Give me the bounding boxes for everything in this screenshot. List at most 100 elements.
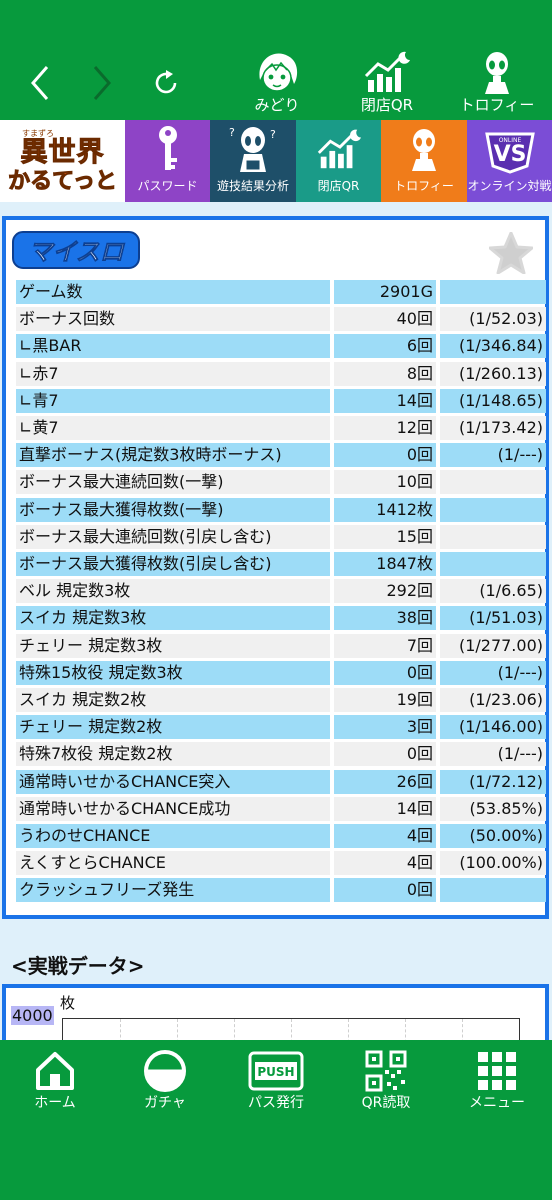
stats-rate: (1/52.03) (440, 307, 546, 331)
stats-rate: (1/346.84) (440, 334, 546, 358)
svg-text:VS: VS (493, 142, 526, 167)
nav-menu[interactable]: メニュー (447, 1048, 547, 1114)
stats-value: 0回 (334, 443, 436, 467)
nav-label: メニュー (469, 1095, 525, 1111)
stats-value: 40回 (334, 307, 436, 331)
stats-rate (440, 470, 546, 494)
tile-closing-qr[interactable]: 閉店QR (296, 120, 381, 202)
stats-label: 直撃ボーナス(規定数3枚時ボーナス) (16, 443, 330, 467)
myslo-stats-card: マイスロ ゲーム数 2901G ボーナス回数 40回 (1/52.03) ∟黒BAR 6回(… (2, 216, 549, 919)
stats-rate: (1/277.00) (440, 634, 546, 658)
tile-play-analysis[interactable]: ? ? 遊技結果分析 (210, 120, 296, 202)
stats-rate (440, 280, 546, 304)
svg-text:PUSH: PUSH (257, 1065, 294, 1079)
top-item-midori[interactable]: みどり (232, 50, 322, 116)
stats-rate: (1/6.65) (440, 579, 546, 603)
back-button[interactable] (20, 58, 60, 108)
character-face-icon (259, 53, 298, 92)
stats-rate: (1/173.42) (440, 416, 546, 440)
stats-value: 8回 (334, 362, 436, 386)
reload-button[interactable] (146, 58, 186, 108)
nav-home[interactable]: ホーム (5, 1048, 105, 1114)
stats-label: ボーナス最大獲得枚数(引戻し含む) (16, 552, 330, 576)
alien-trophy-icon (485, 52, 509, 94)
alien-trophy-icon (412, 128, 436, 171)
stats-label: ボーナス回数 (16, 307, 330, 331)
stats-label: うわのせCHANCE (16, 824, 330, 848)
tile-label: トロフィー (394, 179, 454, 193)
nav-label: QR読取 (361, 1095, 411, 1111)
stats-rate: (1/---) (440, 661, 546, 685)
top-item-closing-qr[interactable]: 閉店QR (342, 50, 432, 116)
stats-rate: (1/260.13) (440, 362, 546, 386)
stats-label: ∟黄7 (16, 416, 330, 440)
nav-label: ガチャ (144, 1095, 186, 1111)
stats-label: クラッシュフリーズ発生 (16, 878, 330, 902)
stats-rate: (1/---) (440, 443, 546, 467)
tile-online-battle[interactable]: VS ONLINE オンライン対戦 (467, 120, 552, 202)
logo-title-line1: 異世界 (20, 136, 105, 168)
home-icon (36, 1052, 74, 1090)
stats-value: 7回 (334, 634, 436, 658)
gacha-ball-icon (144, 1050, 186, 1092)
stats-rate: (53.85%) (440, 797, 546, 821)
tile-label: 閉店QR (317, 179, 360, 193)
nav-qr-read[interactable]: QR読取 (336, 1048, 436, 1114)
stats-value: 14回 (334, 797, 436, 821)
stats-value: 2901G (334, 280, 436, 304)
stats-rate: (1/146.00) (440, 715, 546, 739)
stats-value: 15回 (334, 525, 436, 549)
stats-label: ボーナス最大連続回数(一撃) (16, 470, 330, 494)
tile-trophy[interactable]: トロフィー (381, 120, 467, 202)
stats-label: 通常時いせかるCHANCE成功 (16, 797, 330, 821)
stats-label: ボーナス最大獲得枚数(一撃) (16, 498, 330, 522)
nav-pass-issue[interactable]: PUSH パス発行 (226, 1048, 326, 1114)
forward-button[interactable] (82, 58, 122, 108)
stats-rate (440, 878, 546, 902)
stats-rate (440, 525, 546, 549)
favorite-star-icon[interactable] (489, 232, 533, 274)
stats-value: 0回 (334, 742, 436, 766)
stats-label: えくすとらCHANCE (16, 851, 330, 875)
key-icon (158, 125, 177, 170)
stats-rate: (1/148.65) (440, 389, 546, 413)
chevron-left-icon (31, 66, 49, 100)
push-pass-icon: PUSH (248, 1051, 304, 1091)
stats-label: ゲーム数 (16, 280, 330, 304)
stats-rate (440, 498, 546, 522)
stats-label: 特殊15枚役 規定数3枚 (16, 661, 330, 685)
stats-label: 通常時いせかるCHANCE突入 (16, 770, 330, 794)
stats-value: 6回 (334, 334, 436, 358)
tile-label: 遊技結果分析 (216, 179, 289, 193)
battle-data-title: <実戦データ> (11, 954, 145, 978)
stats-rate: (1/72.12) (440, 770, 546, 794)
online-vs-icon: VS ONLINE (484, 132, 535, 174)
stats-rate: (1/23.06) (440, 688, 546, 712)
nav-label: ホーム (34, 1095, 76, 1111)
grid-menu-icon (478, 1052, 516, 1090)
stats-rate (440, 552, 546, 576)
graph-unit-label: 枚 (60, 994, 76, 1012)
stats-rate: (50.00%) (440, 824, 546, 848)
stats-label: スイカ 規定数3枚 (16, 606, 330, 630)
tile-label: オンライン対戦 (467, 179, 552, 193)
top-item-label: みどり (254, 96, 300, 114)
stats-rate: (1/---) (440, 742, 546, 766)
tile-password[interactable]: パスワード (125, 120, 210, 202)
stats-rate: (1/51.03) (440, 606, 546, 630)
stats-value: 26回 (334, 770, 436, 794)
alien-analysis-icon: ? ? (229, 126, 276, 172)
stats-label: スイカ 規定数2枚 (16, 688, 330, 712)
qr-code-icon (365, 1050, 407, 1092)
graph-ymax-label: 4000 (11, 1006, 54, 1025)
top-item-trophy[interactable]: トロフィー (452, 50, 542, 116)
stats-value: 19回 (334, 688, 436, 712)
stats-value: 0回 (334, 661, 436, 685)
logo-title-line2: かるてっと (8, 167, 118, 194)
game-logo[interactable]: すまずろ 異世界 かるてっと (0, 120, 125, 202)
nav-gacha[interactable]: ガチャ (115, 1048, 215, 1114)
stats-label: 特殊7枚役 規定数2枚 (16, 742, 330, 766)
svg-text:ONLINE: ONLINE (498, 137, 521, 144)
stats-value: 12回 (334, 416, 436, 440)
stats-value: 3回 (334, 715, 436, 739)
